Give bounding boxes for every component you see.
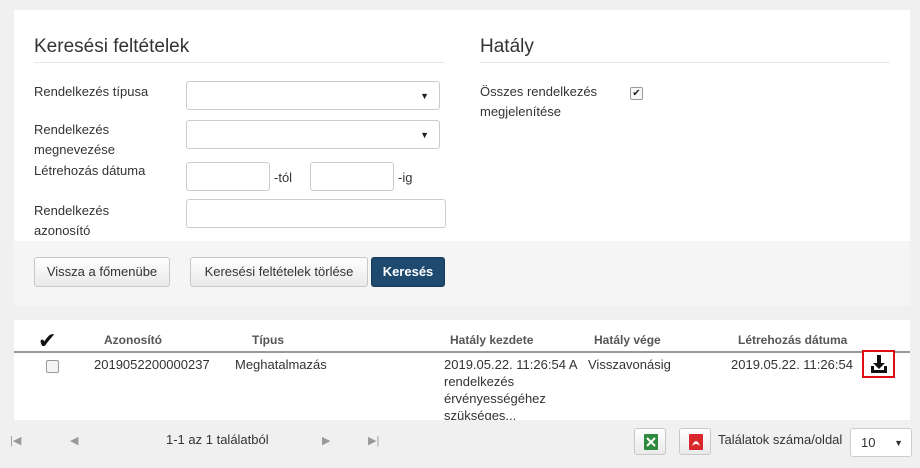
column-header-type[interactable]: Típus [252, 333, 284, 347]
name-select[interactable]: ▼ [186, 120, 440, 149]
next-page-icon[interactable]: ▶ [322, 434, 330, 447]
search-panel: Keresési feltételek Hatály Rendelkezés t… [14, 10, 910, 306]
download-button[interactable] [862, 350, 895, 378]
last-page-icon[interactable]: ▶| [368, 434, 379, 447]
pager-bar: |◀ ◀ 1-1 az 1 találatból ▶ ▶| Találatok … [0, 420, 920, 468]
download-icon [871, 355, 887, 373]
dropdown-caret-icon: ▼ [894, 438, 903, 448]
back-to-main-button[interactable]: Vissza a főmenübe [34, 257, 170, 287]
page-size-value: 10 [861, 435, 876, 450]
export-pdf-button[interactable] [679, 428, 711, 455]
column-header-start[interactable]: Hatály kezdete [450, 333, 533, 347]
row-id: 2019052200000237 [94, 357, 210, 372]
date-to-input[interactable] [310, 162, 394, 191]
panel-footer: Vissza a főmenübe Keresési feltételek tö… [14, 241, 910, 306]
show-all-label: Összes rendelkezés megjelenítése [480, 84, 598, 119]
type-select[interactable]: ▼ [186, 81, 440, 110]
row-start: 2019.05.22. 11:26:54 A rendelkezés érvén… [444, 357, 577, 423]
search-section-title: Keresési feltételek [34, 36, 190, 57]
pdf-icon [689, 434, 703, 450]
clear-filters-button[interactable]: Keresési feltételek törlése [190, 257, 368, 287]
row-end: Visszavonásig [588, 357, 671, 372]
header-divider [14, 351, 910, 353]
export-excel-button[interactable] [634, 428, 666, 455]
column-header-created[interactable]: Létrehozás dátuma [738, 333, 847, 347]
row-type: Meghatalmazás [235, 357, 327, 372]
row-checkbox[interactable] [46, 360, 59, 373]
first-page-icon[interactable]: |◀ [10, 434, 21, 447]
id-label: Rendelkezés azonosító [34, 203, 110, 238]
date-label: Létrehozás dátuma [34, 163, 146, 178]
date-to-suffix: -ig [398, 170, 413, 185]
column-header-end[interactable]: Hatály vége [594, 333, 661, 347]
search-title-divider [34, 62, 444, 63]
scope-section-title: Hatály [480, 36, 534, 57]
id-input[interactable] [186, 199, 446, 228]
pager-summary: 1-1 az 1 találatból [166, 432, 269, 447]
page-size-label: Találatok száma/oldal [718, 432, 843, 447]
date-from-input[interactable] [186, 162, 270, 191]
dropdown-caret-icon: ▼ [420, 91, 429, 101]
date-from-suffix: -tól [274, 170, 293, 185]
name-label: Rendelkezés megnevezése [34, 122, 115, 157]
show-all-checkbox[interactable]: ✔ [630, 87, 643, 100]
row-created: 2019.05.22. 11:26:54 [731, 357, 853, 372]
dropdown-caret-icon: ▼ [420, 130, 429, 140]
excel-icon [644, 434, 658, 450]
type-label: Rendelkezés típusa [34, 84, 149, 99]
search-button[interactable]: Keresés [371, 257, 445, 287]
scope-title-divider [480, 62, 890, 63]
column-header-id[interactable]: Azonosító [104, 333, 162, 347]
prev-page-icon[interactable]: ◀ [70, 434, 78, 447]
page-size-select[interactable]: 10 ▼ [850, 428, 912, 457]
